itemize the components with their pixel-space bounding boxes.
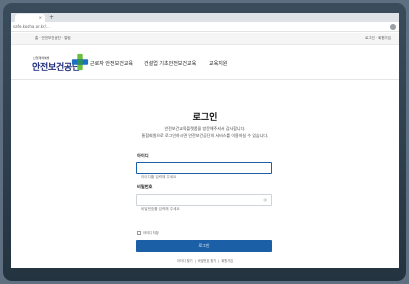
- save-id-row: 아이디 저장: [137, 222, 159, 241]
- id-label: 아이디: [137, 153, 149, 158]
- nav-item-education-support[interactable]: 교육지원: [209, 60, 227, 67]
- signup-link[interactable]: 회원가입: [219, 259, 235, 263]
- save-id-checkbox[interactable]: [137, 230, 141, 235]
- account-links: 아이디 찾기 | 비밀번호 찾기 | 회원가입: [175, 259, 235, 263]
- password-field[interactable]: ◎: [136, 194, 272, 214]
- info-text: 통합회원으로 로그인하시면 안전보건공단의 서비스를 이용하실 수 있습니다.: [141, 133, 269, 138]
- nav-item-worker-education[interactable]: 근로자 안전보건교육: [90, 60, 133, 67]
- id-field[interactable]: [136, 162, 272, 182]
- tab-strip: × +: [11, 13, 399, 22]
- browser-tab[interactable]: ×: [15, 14, 45, 22]
- url-field[interactable]: safe.kosha.or.kr/...: [13, 23, 50, 31]
- page-title: 로그인: [192, 113, 218, 123]
- new-tab-button[interactable]: +: [49, 14, 54, 22]
- logo-mark-icon: [71, 53, 89, 71]
- util-links-left[interactable]: 홈 · 안전보건공단 · 알림: [35, 36, 71, 41]
- login-button[interactable]: 로그인: [136, 240, 272, 252]
- site-header: 산업재해예방 안전보건공단 근로자 안전보건교육 건설업 기초안전보건교육 교육…: [11, 46, 399, 80]
- welcome-text: 안전보건교육플랫폼을 방문해주셔서 감사합니다.: [164, 126, 246, 131]
- util-links-right[interactable]: 로그인 · 회원가입: [365, 36, 391, 41]
- show-password-icon[interactable]: ◎: [264, 197, 268, 202]
- browser-screen: × + safe.kosha.or.kr/... 홈 · 안전보건공단 · 알림…: [11, 13, 399, 268]
- save-id-label[interactable]: 아이디 저장: [143, 231, 159, 235]
- utility-bar: 홈 · 안전보건공단 · 알림 로그인 · 회원가입: [11, 33, 399, 45]
- find-id-link[interactable]: 아이디 찾기: [175, 259, 195, 263]
- find-password-link[interactable]: 비밀번호 찾기: [196, 259, 219, 263]
- password-label: 비밀번호: [137, 184, 153, 189]
- tab-close-icon[interactable]: ×: [39, 14, 42, 22]
- id-input[interactable]: [137, 172, 262, 182]
- password-input[interactable]: [137, 204, 262, 214]
- nav-item-construction-education[interactable]: 건설업 기초안전보건교육: [144, 60, 196, 67]
- profile-icon[interactable]: [390, 24, 396, 30]
- address-bar: safe.kosha.or.kr/...: [11, 22, 399, 32]
